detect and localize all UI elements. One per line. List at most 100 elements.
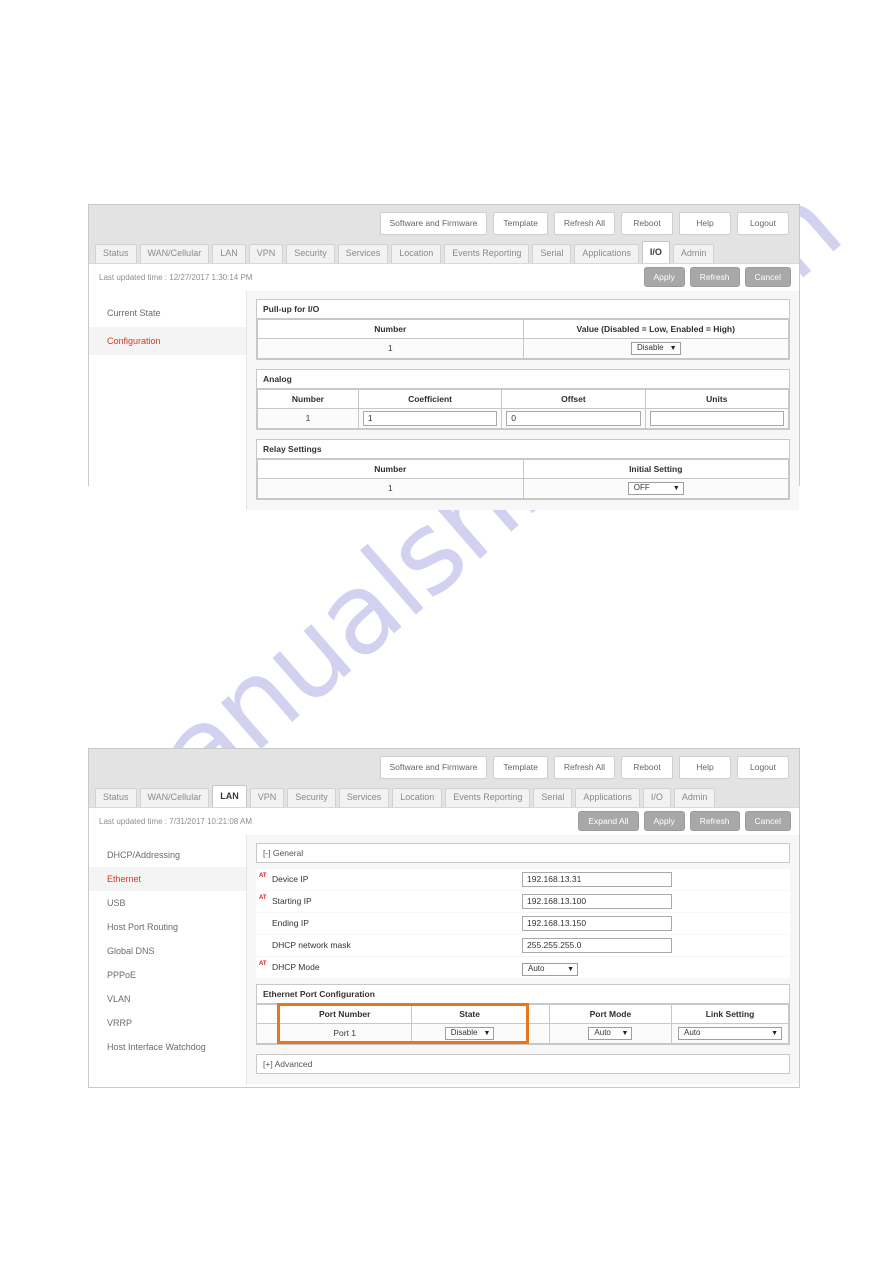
sidebar-item-configuration[interactable]: Configuration <box>89 326 246 355</box>
port-state-select[interactable]: Disable ▼ <box>444 1026 495 1040</box>
sidebar-item-dhcp-addressing[interactable]: DHCP/Addressing <box>89 843 246 867</box>
field-row-dhcp-network-mask: DHCP network mask 255.255.255.0 <box>256 934 790 956</box>
field-row-device-ip: AT Device IP 192.168.13.31 <box>256 868 790 890</box>
starting-ip-input[interactable]: 192.168.13.100 <box>522 893 672 909</box>
sidebar-item-ethernet[interactable]: Ethernet <box>89 866 246 891</box>
tab-io[interactable]: I/O <box>641 240 670 263</box>
general-section-header[interactable]: [-] General <box>256 842 790 863</box>
logout-button[interactable]: Logout <box>737 756 789 779</box>
top-band: Software and Firmware Template Refresh A… <box>89 205 799 263</box>
action-button-group: Expand All Apply Refresh Cancel <box>578 810 791 832</box>
chevron-down-icon: ▼ <box>771 1029 779 1037</box>
advanced-section-header[interactable]: [+] Advanced <box>256 1053 790 1074</box>
tab-services[interactable]: Services <box>338 787 390 807</box>
tab-applications[interactable]: Applications <box>575 787 640 807</box>
tab-admin[interactable]: Admin <box>673 787 716 807</box>
link-setting-select[interactable]: Auto ▼ <box>678 1026 783 1040</box>
analog-units-cell <box>644 407 790 429</box>
reboot-button[interactable]: Reboot <box>621 212 673 235</box>
global-button-bar: Software and Firmware Template Refresh A… <box>89 205 799 241</box>
tab-applications[interactable]: Applications <box>574 243 639 263</box>
expand-all-button[interactable]: Expand All <box>578 810 639 832</box>
sidebar-item-host-port-routing[interactable]: Host Port Routing <box>89 915 246 939</box>
relay-initial-cell: OFF ▼ <box>522 477 789 499</box>
analog-header-coefficient: Coefficient <box>357 388 503 409</box>
sidebar-item-usb[interactable]: USB <box>89 891 246 915</box>
spacer-cell-2 <box>527 1022 550 1044</box>
ending-ip-input[interactable]: 192.168.13.150 <box>522 915 672 931</box>
relay-initial-select[interactable]: OFF ▼ <box>627 481 684 495</box>
sidebar-item-host-interface-watchdog[interactable]: Host Interface Watchdog <box>89 1035 246 1059</box>
device-ip-input[interactable]: 192.168.13.31 <box>522 871 672 887</box>
tab-serial[interactable]: Serial <box>533 787 573 807</box>
apply-button[interactable]: Apply <box>643 266 685 288</box>
tab-events-reporting[interactable]: Events Reporting <box>444 243 530 263</box>
tab-vpn[interactable]: VPN <box>248 243 284 263</box>
sidebar-item-vrrp[interactable]: VRRP <box>89 1011 246 1035</box>
cancel-button[interactable]: Cancel <box>744 810 791 832</box>
help-button[interactable]: Help <box>679 756 731 779</box>
pullup-number-cell: 1 <box>257 337 524 359</box>
pullup-value-select[interactable]: Disable ▼ <box>630 341 681 355</box>
at-marker-icon: AT <box>259 894 267 901</box>
ending-ip-label: Ending IP <box>272 918 309 928</box>
sidebar-item-vlan[interactable]: VLAN <box>89 987 246 1011</box>
status-action-row: Last updated time : 7/31/2017 10:21:08 A… <box>89 806 799 835</box>
cancel-button[interactable]: Cancel <box>744 266 791 288</box>
tab-lan[interactable]: LAN <box>212 243 246 263</box>
dhcp-network-mask-input[interactable]: 255.255.255.0 <box>522 937 672 953</box>
at-marker-icon: AT <box>259 872 267 879</box>
help-button[interactable]: Help <box>679 212 731 235</box>
sidebar-item-current-state[interactable]: Current State <box>89 299 246 327</box>
sidebar-item-pppoe[interactable]: PPPoE <box>89 963 246 987</box>
sidebar-item-global-dns[interactable]: Global DNS <box>89 939 246 963</box>
link-setting-header: Link Setting <box>671 1003 789 1024</box>
software-and-firmware-button[interactable]: Software and Firmware <box>379 212 488 235</box>
analog-header-number: Number <box>257 388 359 409</box>
tab-admin[interactable]: Admin <box>672 243 715 263</box>
port-mode-select[interactable]: Auto ▼ <box>588 1026 633 1040</box>
analog-coefficient-input[interactable]: 1 <box>362 410 498 426</box>
analog-offset-input[interactable]: 0 <box>506 410 641 426</box>
apply-button[interactable]: Apply <box>643 810 685 832</box>
tab-serial[interactable]: Serial <box>532 243 572 263</box>
ethernet-port-configuration-block: Ethernet Port Configuration Port Number … <box>256 983 790 1045</box>
tab-security[interactable]: Security <box>286 243 335 263</box>
table-header-row: Port Number State Port Mode Link Setting <box>257 1003 789 1024</box>
tab-lan[interactable]: LAN <box>212 784 247 807</box>
template-button[interactable]: Template <box>493 756 548 779</box>
tab-location[interactable]: Location <box>392 787 443 807</box>
software-and-firmware-button[interactable]: Software and Firmware <box>379 756 488 779</box>
tab-vpn[interactable]: VPN <box>249 787 285 807</box>
refresh-button[interactable]: Refresh <box>689 810 740 832</box>
device-ip-field: 192.168.13.31 <box>522 871 672 887</box>
analog-block: Analog Number Coefficient Offset Units 1… <box>256 368 790 430</box>
template-button[interactable]: Template <box>493 212 548 235</box>
chevron-down-icon: ▼ <box>483 1029 491 1037</box>
tab-io[interactable]: I/O <box>642 787 671 807</box>
tab-security[interactable]: Security <box>287 787 336 807</box>
dhcp-mode-select[interactable]: Auto ▼ <box>522 962 578 976</box>
analog-units-input[interactable] <box>649 410 784 426</box>
tab-events-reporting[interactable]: Events Reporting <box>445 787 531 807</box>
analog-header-offset: Offset <box>501 388 646 409</box>
tab-status[interactable]: Status <box>95 243 137 263</box>
top-band: Software and Firmware Template Refresh A… <box>89 749 799 807</box>
tab-strip: Status WAN/Cellular LAN VPN Security Ser… <box>89 784 799 807</box>
tab-status[interactable]: Status <box>95 787 137 807</box>
chevron-down-icon: ▼ <box>669 344 677 352</box>
table-header-row: Number Coefficient Offset Units <box>257 388 790 409</box>
refresh-all-button[interactable]: Refresh All <box>553 756 615 779</box>
tab-wan-cellular[interactable]: WAN/Cellular <box>139 787 210 807</box>
reboot-button[interactable]: Reboot <box>621 756 673 779</box>
tab-services[interactable]: Services <box>337 243 389 263</box>
table-row: 1 OFF ▼ <box>257 477 789 499</box>
tab-location[interactable]: Location <box>391 243 442 263</box>
refresh-all-button[interactable]: Refresh All <box>553 212 615 235</box>
tab-wan-cellular[interactable]: WAN/Cellular <box>139 243 210 263</box>
refresh-button[interactable]: Refresh <box>689 266 740 288</box>
analog-offset-cell: 0 <box>501 407 646 429</box>
last-updated-time: Last updated time : 7/31/2017 10:21:08 A… <box>99 816 252 826</box>
logout-button[interactable]: Logout <box>737 212 789 235</box>
panel-body: Current State Configuration Pull-up for … <box>89 290 799 510</box>
